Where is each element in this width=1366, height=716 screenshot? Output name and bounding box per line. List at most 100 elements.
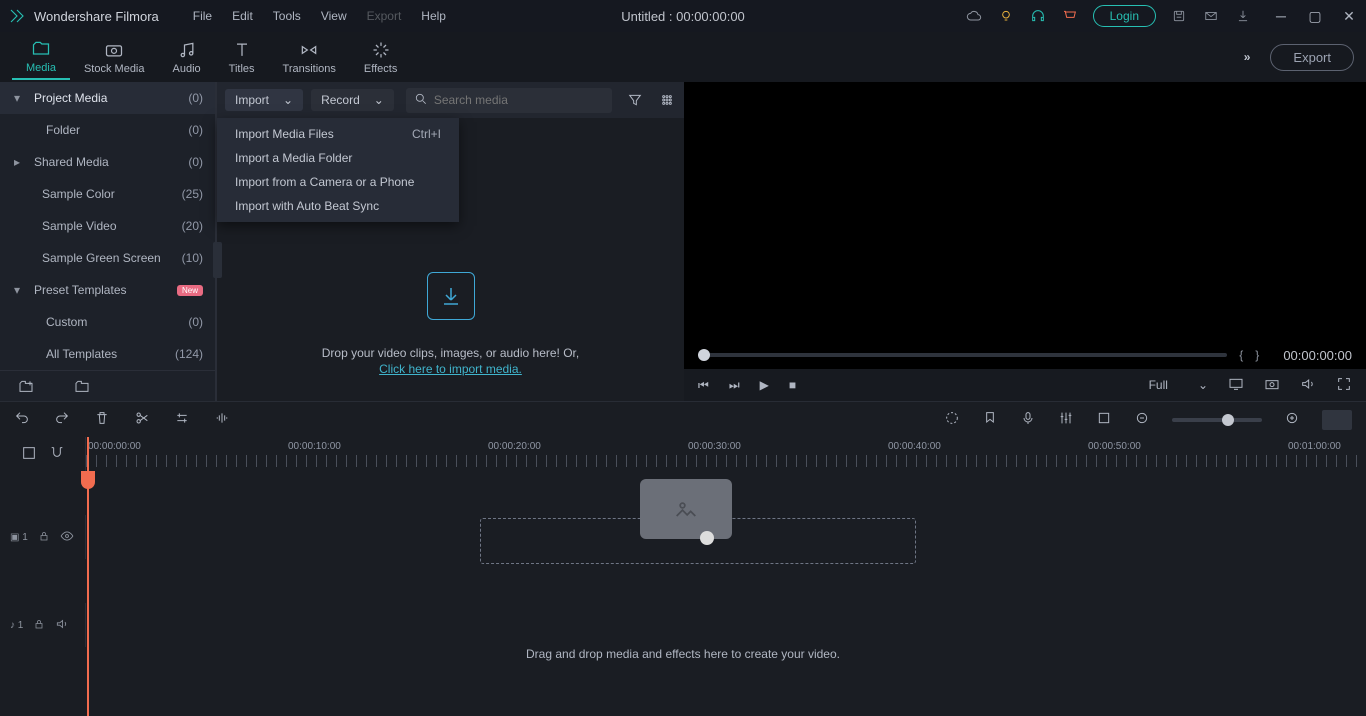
playhead[interactable]: [87, 437, 89, 716]
eye-icon[interactable]: [60, 529, 74, 546]
mail-icon[interactable]: [1202, 7, 1220, 25]
mark-in-icon[interactable]: {: [1239, 348, 1243, 362]
preview-timecode: 00:00:00:00: [1283, 348, 1352, 363]
snapshot-icon[interactable]: [1264, 376, 1280, 395]
scrub-handle[interactable]: [698, 349, 710, 361]
stop-icon[interactable]: ■: [789, 378, 796, 392]
sidebar-item-custom[interactable]: Custom(0): [0, 306, 215, 338]
magnet-icon[interactable]: [49, 445, 65, 464]
voiceover-icon[interactable]: [1020, 410, 1036, 429]
tab-titles[interactable]: Titles: [215, 35, 269, 79]
chevron-down-icon: ⌄: [374, 93, 384, 107]
lock-icon[interactable]: [38, 530, 50, 545]
camera-icon: [103, 39, 125, 61]
render-icon[interactable]: [944, 410, 960, 429]
tab-transitions[interactable]: Transitions: [269, 35, 350, 79]
cloud-icon[interactable]: [965, 7, 983, 25]
dragging-media-thumbnail[interactable]: [640, 479, 732, 539]
folder-icon[interactable]: [74, 378, 90, 397]
headset-icon[interactable]: [1029, 7, 1047, 25]
zoom-in-icon[interactable]: [1284, 410, 1300, 429]
menu-tools[interactable]: Tools: [263, 5, 311, 27]
lightbulb-icon[interactable]: [997, 7, 1015, 25]
tab-stock-media[interactable]: Stock Media: [70, 35, 159, 79]
tab-effects[interactable]: Effects: [350, 35, 411, 79]
undo-icon[interactable]: [14, 410, 30, 429]
sidebar-item-preset-templates[interactable]: ▾Preset TemplatesNew: [0, 274, 215, 306]
chevron-right-icon: ▸: [14, 155, 28, 169]
ruler-ticks: [86, 455, 1366, 467]
audio-wave-icon[interactable]: [214, 410, 230, 429]
speaker-icon[interactable]: [55, 617, 69, 634]
menu-help[interactable]: Help: [411, 5, 456, 27]
timeline-navigator[interactable]: [1322, 410, 1352, 430]
menu-view[interactable]: View: [311, 5, 357, 27]
crop-icon[interactable]: [1096, 410, 1112, 429]
sidebar-item-sample-green-screen[interactable]: Sample Green Screen(10): [0, 242, 215, 274]
fullscreen-icon[interactable]: [1336, 376, 1352, 395]
sidebar-item-sample-video[interactable]: Sample Video(20): [0, 210, 215, 242]
video-track-body[interactable]: [86, 515, 1366, 559]
new-folder-icon[interactable]: [18, 378, 34, 397]
sidebar-item-project-media[interactable]: ▾Project Media(0): [0, 82, 215, 114]
save-icon[interactable]: [1170, 7, 1188, 25]
record-dropdown[interactable]: Record⌄: [311, 89, 394, 111]
download-icon[interactable]: [1234, 7, 1252, 25]
login-button[interactable]: Login: [1093, 5, 1156, 27]
minimize-button[interactable]: ─: [1272, 8, 1290, 25]
export-button[interactable]: Export: [1270, 44, 1354, 71]
sidebar-item-sample-color[interactable]: Sample Color(25): [0, 178, 215, 210]
sidebar-item-all-templates[interactable]: All Templates(124): [0, 338, 215, 370]
menubar: File Edit Tools View Export Help: [183, 5, 456, 27]
fit-dropdown[interactable]: Full⌄: [1149, 378, 1208, 392]
menu-edit[interactable]: Edit: [222, 5, 263, 27]
lock-icon[interactable]: [33, 618, 45, 633]
menu-file[interactable]: File: [183, 5, 222, 27]
media-dropzone[interactable]: Drop your video clips, images, or audio …: [217, 272, 684, 376]
import-media-folder[interactable]: Import a Media Folder: [217, 146, 459, 170]
text-icon: [231, 39, 253, 61]
tab-audio[interactable]: Audio: [159, 35, 215, 79]
import-dropdown[interactable]: Import⌄: [225, 89, 303, 111]
app-name: Wondershare Filmora: [34, 9, 159, 24]
redo-icon[interactable]: [54, 410, 70, 429]
volume-icon[interactable]: [1300, 376, 1316, 395]
zoom-out-icon[interactable]: [1134, 410, 1150, 429]
audio-track-body[interactable]: [86, 603, 1366, 647]
mark-out-icon[interactable]: }: [1255, 348, 1259, 362]
preview-scrubber: { } 00:00:00:00: [698, 345, 1352, 365]
display-icon[interactable]: [1228, 376, 1244, 395]
music-icon: [176, 39, 198, 61]
menu-export[interactable]: Export: [357, 5, 412, 27]
adjust-icon[interactable]: [174, 410, 190, 429]
import-media-link[interactable]: Click here to import media.: [379, 362, 522, 376]
timeline-ruler[interactable]: 00:00:00:00 00:00:10:00 00:00:20:00 00:0…: [86, 437, 1366, 471]
close-button[interactable]: ✕: [1340, 8, 1358, 25]
mixer-icon[interactable]: [1058, 410, 1074, 429]
import-auto-beat-sync[interactable]: Import with Auto Beat Sync: [217, 194, 459, 218]
search-media[interactable]: [406, 88, 612, 113]
search-icon: [414, 92, 428, 109]
tab-media[interactable]: Media: [12, 34, 70, 80]
sidebar-item-shared-media[interactable]: ▸Shared Media(0): [0, 146, 215, 178]
tabs-more-icon[interactable]: »: [1244, 50, 1251, 64]
filter-icon[interactable]: [626, 92, 644, 108]
ruler-time: 00:00:00:00: [88, 441, 141, 452]
next-frame-icon[interactable]: ⏭: [729, 378, 740, 393]
timeline-options-icon[interactable]: [21, 445, 37, 464]
search-input[interactable]: [434, 93, 604, 107]
sidebar-item-folder[interactable]: Folder(0): [0, 114, 215, 146]
split-icon[interactable]: [134, 410, 150, 429]
cart-icon[interactable]: [1061, 7, 1079, 25]
maximize-button[interactable]: ▢: [1306, 8, 1324, 25]
scrub-bar[interactable]: [698, 353, 1227, 357]
zoom-handle[interactable]: [1222, 414, 1234, 426]
import-from-camera[interactable]: Import from a Camera or a Phone: [217, 170, 459, 194]
marker-icon[interactable]: [982, 410, 998, 429]
grid-view-icon[interactable]: [658, 92, 676, 108]
prev-frame-icon[interactable]: ⏮: [698, 378, 709, 393]
import-media-files[interactable]: Import Media FilesCtrl+I: [217, 122, 459, 146]
play-icon[interactable]: ▶: [760, 378, 769, 392]
delete-icon[interactable]: [94, 410, 110, 429]
zoom-slider[interactable]: [1172, 418, 1262, 422]
